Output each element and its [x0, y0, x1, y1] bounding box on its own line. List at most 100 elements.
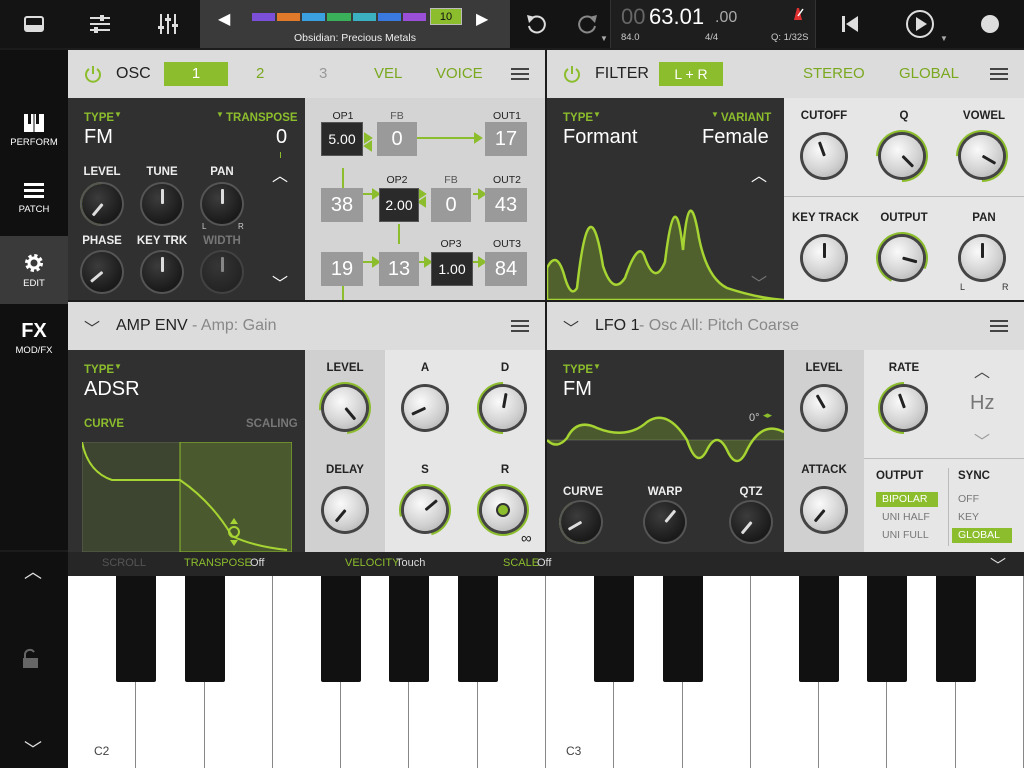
warp-knob[interactable] — [645, 502, 685, 542]
op1-ratio[interactable]: 5.00 — [321, 122, 363, 156]
op3-ratio[interactable]: 1.00 — [431, 252, 473, 286]
sidebar-item-patch[interactable]: PATCH — [0, 164, 68, 232]
transport-display[interactable]: 00 63.01 .00 84.0 4/4 Q: 1/32S — [610, 0, 816, 48]
op1-to-op2[interactable]: 38 — [321, 188, 363, 222]
release-knob[interactable] — [482, 489, 524, 531]
preset-browser[interactable]: ◀ ▶ 10 Obsidian: Precious Metals — [200, 0, 510, 48]
pan-knob[interactable] — [202, 184, 242, 224]
output-option-bipolar[interactable]: BIPOLAR — [876, 492, 938, 507]
fb1-value[interactable]: 0 — [377, 122, 417, 156]
prev-preset-icon[interactable]: ◀ — [218, 9, 230, 29]
vel-tab[interactable]: VEL — [374, 65, 402, 82]
stereo-tab[interactable]: STEREO — [803, 65, 865, 82]
scaling-label[interactable]: SCALING — [246, 418, 298, 430]
black-key[interactable] — [935, 576, 976, 682]
pan-knob[interactable] — [961, 237, 1003, 279]
scale-value[interactable]: Off — [537, 557, 551, 569]
delay-knob[interactable] — [324, 489, 366, 531]
output-option-uni-full[interactable]: UNI FULL — [876, 528, 938, 543]
black-key[interactable] — [867, 576, 908, 682]
record-icon[interactable] — [958, 0, 1022, 48]
filter-mode[interactable]: L + R — [659, 62, 723, 86]
out1-value[interactable]: 17 — [485, 122, 527, 156]
output-option-uni-half[interactable]: UNI HALF — [876, 510, 938, 525]
op2-ratio[interactable]: 2.00 — [379, 188, 419, 222]
phase-knob[interactable] — [82, 252, 122, 292]
rate-knob[interactable] — [883, 387, 925, 429]
curve-label[interactable]: CURVE — [84, 418, 124, 430]
rewind-icon[interactable] — [818, 0, 882, 48]
tab-osc-2[interactable]: 2 — [256, 65, 264, 82]
black-key[interactable] — [799, 576, 840, 682]
q-knob[interactable] — [881, 135, 923, 177]
tab-osc-3[interactable]: 3 — [319, 65, 327, 82]
chevron-down-icon[interactable]: ﹀ — [272, 270, 288, 294]
black-key[interactable] — [457, 576, 498, 682]
sidebar-item-modfx[interactable]: FX MOD/FX — [0, 304, 68, 372]
next-preset-icon[interactable]: ▶ — [476, 9, 488, 29]
curve-knob[interactable] — [561, 502, 601, 542]
level-knob[interactable] — [803, 387, 845, 429]
out2-value[interactable]: 43 — [485, 188, 527, 222]
sidebar-item-edit[interactable]: EDIT — [0, 236, 68, 304]
transpose-value[interactable]: 0 — [276, 126, 287, 149]
vowel-knob[interactable] — [961, 135, 1003, 177]
velocity-value[interactable]: Touch — [396, 557, 425, 569]
collapse-icon[interactable]: ﹀ — [563, 315, 579, 339]
sliders-icon[interactable] — [136, 0, 200, 48]
scale-label[interactable]: SCALE — [503, 557, 539, 569]
octave-up-icon[interactable]: ︿ — [24, 558, 42, 584]
level-knob[interactable] — [82, 184, 122, 224]
qtz-knob[interactable] — [731, 502, 771, 542]
fb2-value[interactable]: 0 — [431, 188, 471, 222]
octave-down-icon[interactable]: ﹀ — [24, 736, 42, 762]
lfo-type[interactable]: FM — [563, 378, 592, 401]
sync-option-global[interactable]: GLOBAL — [952, 528, 1012, 543]
lock-icon[interactable] — [20, 648, 42, 675]
collapse-icon[interactable]: ﹀ — [84, 315, 100, 339]
black-key[interactable] — [594, 576, 635, 682]
decay-knob[interactable] — [482, 387, 524, 429]
black-key[interactable] — [321, 576, 362, 682]
power-icon[interactable] — [562, 64, 582, 89]
metronome-icon[interactable] — [791, 6, 805, 20]
global-tab[interactable]: GLOBAL — [899, 65, 959, 82]
attack-knob[interactable] — [404, 387, 446, 429]
menu-icon[interactable] — [511, 68, 529, 80]
sustain-knob[interactable] — [404, 489, 446, 531]
filter-variant[interactable]: Female — [702, 126, 769, 149]
chevron-down-icon[interactable]: ﹀ — [974, 428, 990, 452]
menu-icon[interactable] — [990, 320, 1008, 332]
osc-type[interactable]: FM — [84, 126, 113, 149]
envelope-type[interactable]: ADSR — [84, 378, 140, 401]
tab-osc-1[interactable]: 1 — [164, 62, 228, 86]
transpose-label[interactable]: TRANSPOSE — [184, 557, 252, 569]
sync-option-key[interactable]: KEY — [952, 510, 1012, 525]
tune-knob[interactable] — [142, 184, 182, 224]
sidebar-item-perform[interactable]: PERFORM — [0, 96, 68, 164]
mixer-list-icon[interactable] — [68, 0, 132, 48]
sync-option-off[interactable]: OFF — [952, 492, 1012, 507]
black-key[interactable] — [389, 576, 430, 682]
menu-icon[interactable] — [511, 320, 529, 332]
voice-tab[interactable]: VOICE — [436, 65, 483, 82]
attack-knob[interactable] — [803, 489, 845, 531]
keyboard-collapse-icon[interactable]: ﹀ — [990, 552, 1006, 576]
cutoff-knob[interactable] — [803, 135, 845, 177]
op1-to-op3[interactable]: 19 — [321, 252, 363, 286]
level-knob[interactable] — [324, 387, 366, 429]
key-track-knob[interactable] — [803, 237, 845, 279]
velocity-label[interactable]: VELOCITY — [345, 557, 399, 569]
black-key[interactable] — [116, 576, 157, 682]
rate-unit[interactable]: Hz — [970, 392, 994, 415]
power-icon[interactable] — [83, 64, 103, 89]
tray-icon[interactable] — [2, 0, 66, 48]
chevron-up-icon[interactable]: ︿ — [974, 358, 990, 382]
out3-value[interactable]: 84 — [485, 252, 527, 286]
play-icon[interactable]: ▼ — [888, 0, 952, 48]
chevron-up-icon[interactable]: ︿ — [272, 162, 288, 186]
transpose-value[interactable]: Off — [250, 557, 264, 569]
key-trk-knob[interactable] — [142, 252, 182, 292]
scroll-label[interactable]: SCROLL — [102, 557, 146, 569]
width-knob[interactable] — [202, 252, 242, 292]
